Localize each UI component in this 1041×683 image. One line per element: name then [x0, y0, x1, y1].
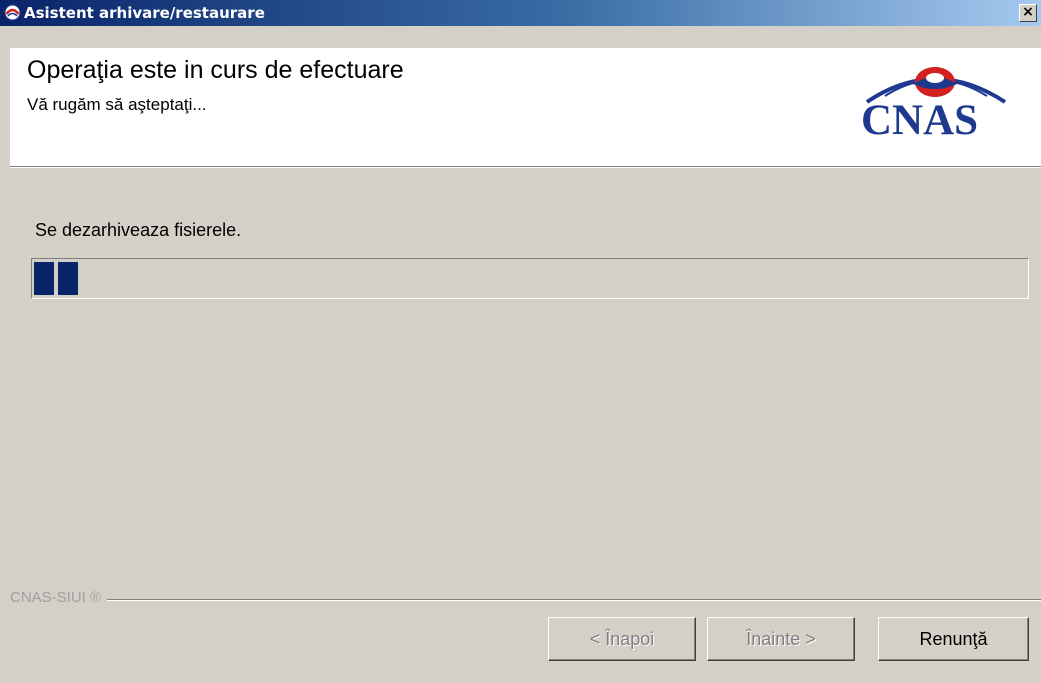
cnas-app-icon	[4, 4, 21, 21]
close-icon: ×	[1022, 4, 1034, 20]
header-separator	[10, 166, 1041, 168]
cancel-button[interactable]: Renunţă	[878, 617, 1029, 661]
progress-track	[34, 262, 1026, 295]
cnas-logo: CNAS	[855, 62, 1015, 146]
page-subtitle: Vă rugăm să aşteptaţi...	[27, 95, 207, 114]
back-button[interactable]: < Înapoi	[548, 617, 696, 661]
next-button[interactable]: Înainte >	[707, 617, 855, 661]
status-message: Se dezarhiveaza fisierele.	[35, 220, 242, 240]
brand-label: CNAS-SIUI ®	[10, 589, 108, 606]
footer-separator	[10, 599, 1041, 601]
window-title: Asistent arhivare/restaurare	[24, 4, 265, 22]
wizard-window: Asistent arhivare/restaurare × Operaţia …	[0, 0, 1041, 683]
progress-block	[58, 262, 78, 295]
logo-text: CNAS	[861, 97, 979, 144]
progress-block	[34, 262, 54, 295]
progress-bar	[31, 258, 1029, 299]
close-button[interactable]: ×	[1019, 4, 1037, 22]
title-bar[interactable]: Asistent arhivare/restaurare ×	[0, 0, 1041, 26]
page-title: Operaţia este in curs de efectuare	[27, 56, 404, 84]
